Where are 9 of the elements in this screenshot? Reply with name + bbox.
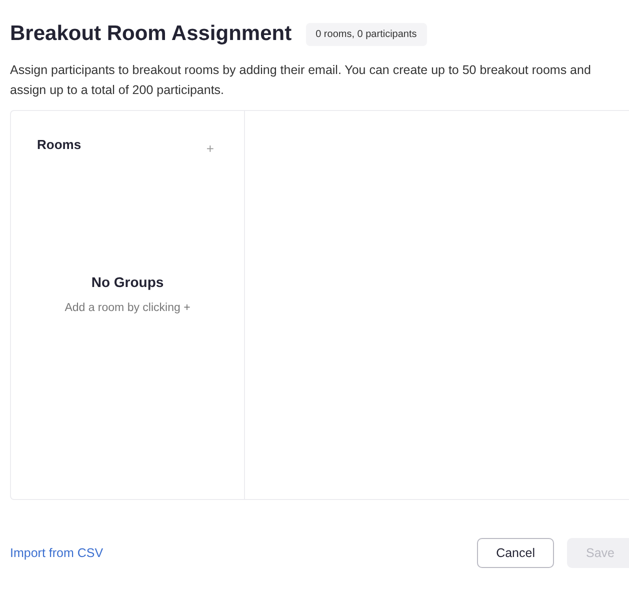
rooms-heading: Rooms [37,137,82,152]
count-badge: 0 rooms, 0 participants [306,22,427,46]
empty-state-hint: Add a room by clicking + [64,302,190,314]
import-csv-link[interactable]: Import from CSV [10,546,104,560]
empty-state-title: No Groups [91,274,164,290]
cancel-button[interactable]: Cancel [477,538,554,568]
description-text: Assign participants to breakout rooms by adding their email. You can create up to 50 breakout rooms and assign up to a total of 200 participants. [10,62,592,99]
add-room-button[interactable]: + [206,141,214,156]
dialog-title: Breakout Room Assignment [10,22,292,46]
